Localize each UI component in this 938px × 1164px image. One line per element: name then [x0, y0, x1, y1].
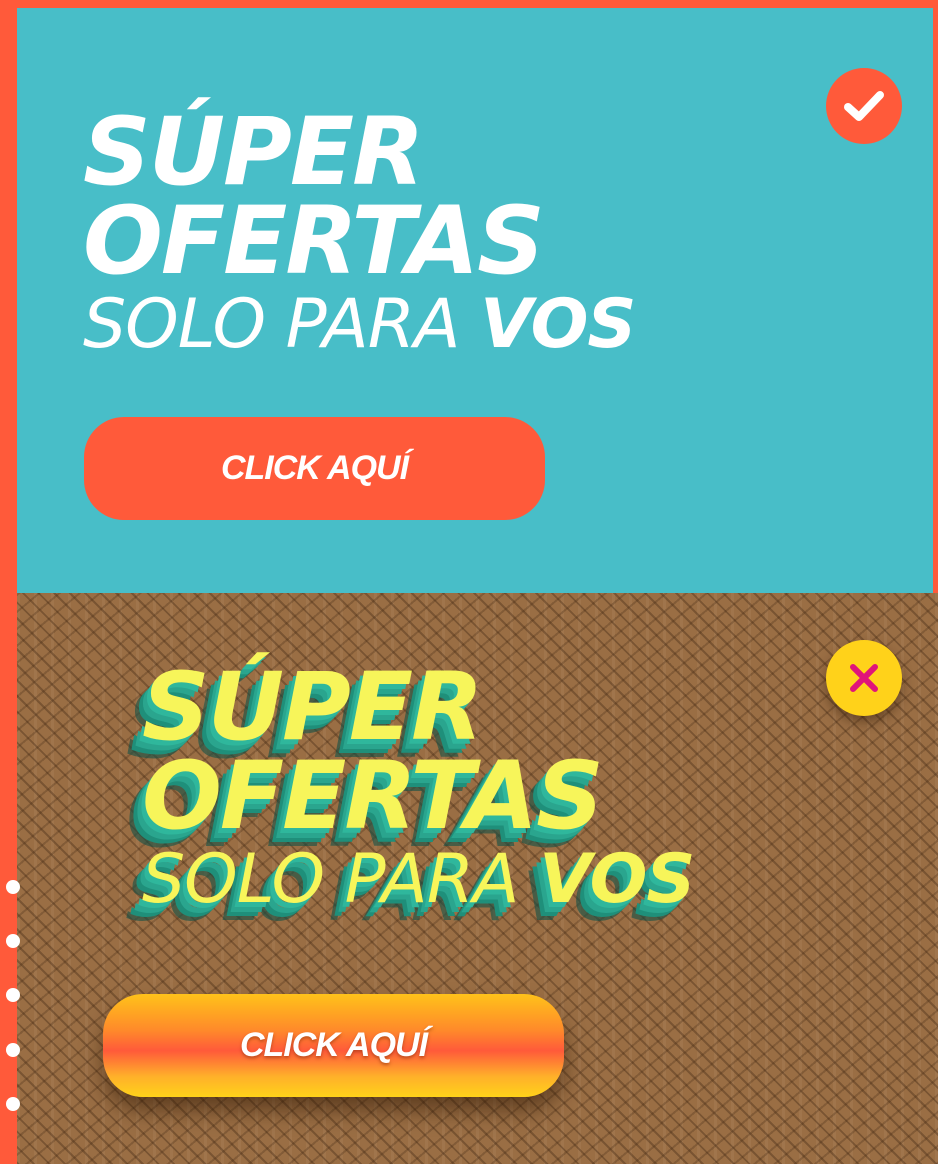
bad-headline-line1: SÚPER: [142, 653, 484, 762]
bad-badge: [826, 640, 902, 716]
edge-dot: [6, 988, 20, 1002]
frame-top-border: [0, 0, 938, 8]
bad-headline: SÚPER OFERTAS SOLO PARA VOS: [142, 653, 695, 913]
check-icon: [844, 91, 884, 121]
edge-dot: [6, 934, 20, 948]
edge-dot: [6, 1097, 20, 1111]
bad-headline-line3-bold: VOS: [539, 839, 695, 919]
edge-dots: [0, 872, 20, 1122]
good-headline-line3: SOLO PARA VOS: [83, 290, 636, 358]
good-headline-line1: SÚPER: [83, 98, 425, 207]
good-headline-line2: OFERTAS: [83, 187, 545, 297]
good-headline: SÚPER OFERTAS SOLO PARA VOS: [83, 98, 636, 358]
bad-headline-line3-light: SOLO PARA: [142, 839, 540, 919]
bad-click-button[interactable]: CLICK AQUÍ: [103, 994, 564, 1097]
good-headline-line3-bold: VOS: [480, 284, 636, 364]
good-badge: [826, 68, 902, 144]
good-headline-line3-light: SOLO PARA: [83, 284, 481, 364]
good-example-panel: SÚPER OFERTAS SOLO PARA VOS CLICK AQUÍ: [17, 8, 933, 593]
close-icon: [850, 664, 878, 692]
good-click-button[interactable]: CLICK AQUÍ: [84, 417, 545, 520]
bad-example-panel: SÚPER OFERTAS SOLO PARA VOS CLICK AQUÍ: [17, 593, 938, 1164]
edge-dot: [6, 880, 20, 894]
bad-headline-line2: OFERTAS: [142, 742, 604, 852]
bad-headline-line3: SOLO PARA VOS: [142, 845, 695, 913]
edge-dot: [6, 1043, 20, 1057]
